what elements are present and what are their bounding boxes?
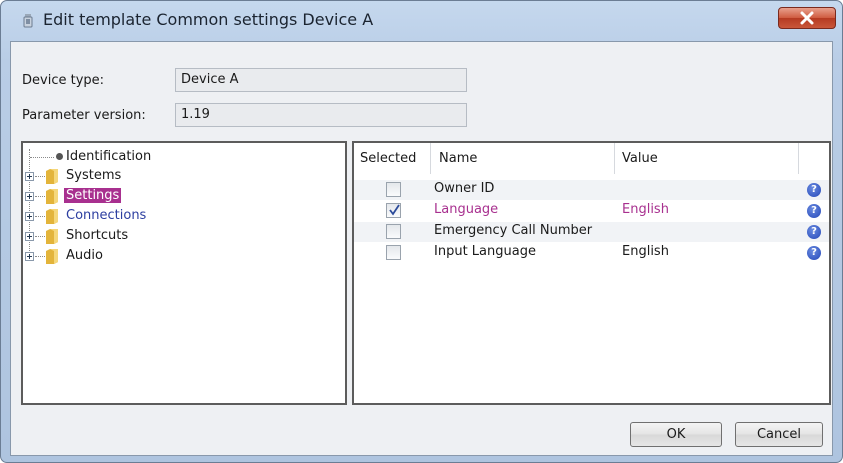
close-icon [800, 11, 814, 25]
tree-connector [35, 216, 45, 217]
close-button[interactable] [778, 7, 836, 29]
folder-icon [46, 209, 58, 224]
folder-icon [46, 189, 58, 204]
cancel-button[interactable]: Cancel [735, 422, 823, 447]
parameter-value[interactable]: English [622, 244, 669, 259]
tree-connector [30, 157, 54, 158]
app-icon [23, 14, 33, 28]
help-icon[interactable]: ? [807, 204, 821, 218]
parameter-value[interactable]: English [622, 202, 669, 217]
column-header-value[interactable]: Value [622, 151, 658, 166]
parameter-name: Language [434, 202, 499, 217]
tree-connector [35, 256, 45, 257]
window-title: Edit template Common settings Device A [43, 10, 374, 29]
device-type-label: Device type: [22, 73, 105, 88]
row-checkbox[interactable] [386, 224, 401, 239]
expand-icon[interactable] [25, 252, 34, 261]
row-checkbox[interactable] [386, 203, 401, 218]
help-icon[interactable]: ? [807, 225, 821, 239]
parameter-version-field: 1.19 [175, 103, 467, 127]
tree-connector [35, 196, 45, 197]
table-row[interactable]: Input Language English ? [354, 243, 829, 263]
parameter-name: Input Language [434, 244, 536, 259]
tree-item-label: Audio [66, 248, 103, 263]
parameter-name: Emergency Call Number [434, 223, 593, 238]
expand-icon[interactable] [25, 232, 34, 241]
folder-icon [46, 229, 58, 244]
table-row[interactable]: Owner ID ? [354, 180, 829, 200]
tree-item-label: Settings [64, 188, 122, 203]
parameter-name: Owner ID [434, 181, 495, 196]
device-type-field: Device A [175, 68, 467, 92]
expand-icon[interactable] [25, 172, 34, 181]
help-icon[interactable]: ? [807, 183, 821, 197]
tree-connector [35, 236, 45, 237]
column-header-name[interactable]: Name [439, 151, 477, 166]
row-checkbox[interactable] [386, 182, 401, 197]
title-bar[interactable]: Edit template Common settings Device A [1, 1, 842, 41]
column-divider[interactable] [798, 143, 799, 174]
expand-icon[interactable] [25, 212, 34, 221]
tree-item-label: Systems [66, 168, 122, 183]
parameter-table[interactable]: Selected Name Value Owner ID ? Language … [352, 141, 831, 405]
tree-item-label: Connections [66, 208, 147, 223]
table-row[interactable]: Language English ? [354, 201, 829, 221]
folder-icon [46, 169, 58, 184]
expand-icon[interactable] [25, 192, 34, 201]
checkmark-icon [389, 204, 400, 216]
settings-tree[interactable]: Identification Systems Settings Connecti… [21, 141, 347, 405]
tree-connector [35, 176, 45, 177]
tree-item-label: Identification [66, 149, 152, 164]
tree-item-label: Shortcuts [66, 228, 129, 243]
row-checkbox[interactable] [386, 245, 401, 260]
column-divider[interactable] [430, 143, 431, 174]
leaf-node-icon [56, 153, 63, 160]
column-divider[interactable] [614, 143, 615, 174]
parameter-version-label: Parameter version: [22, 108, 146, 123]
help-icon[interactable]: ? [807, 246, 821, 260]
column-header-selected[interactable]: Selected [360, 151, 416, 166]
table-row[interactable]: Emergency Call Number ? [354, 222, 829, 242]
tree-connector [29, 149, 30, 259]
ok-button[interactable]: OK [630, 422, 722, 447]
dialog-window: Edit template Common settings Device A D… [0, 0, 843, 463]
folder-icon [46, 249, 58, 264]
